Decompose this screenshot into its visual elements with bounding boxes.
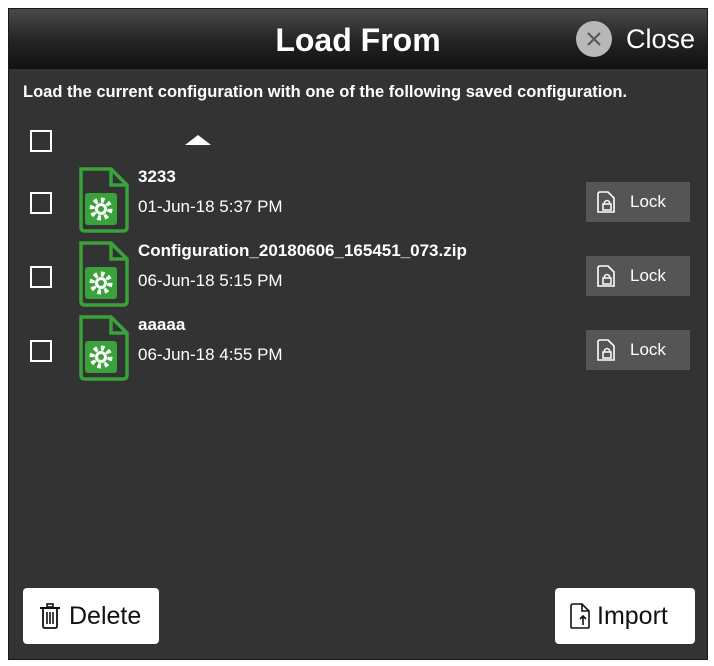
load-from-dialog: Load From Close Load the current configu…	[8, 8, 708, 660]
config-file-icon	[79, 167, 129, 233]
file-name: Configuration_20180606_165451_073.zip	[138, 241, 467, 260]
title-bar: Load From Close	[9, 9, 707, 69]
lock-label: Lock	[630, 340, 666, 359]
lock-label: Lock	[630, 192, 666, 211]
file-name: 3233	[138, 167, 176, 186]
file-date: 01-Jun-18 5:37 PM	[138, 197, 283, 216]
select-all-checkbox[interactable]	[30, 130, 52, 152]
file-name: aaaaa	[138, 315, 186, 334]
config-file-icon	[79, 241, 129, 307]
trash-icon	[40, 603, 60, 629]
close-label: Close	[625, 23, 695, 54]
config-file-icon	[79, 315, 129, 381]
delete-label: Delete	[69, 601, 142, 630]
import-button[interactable]: Import	[555, 588, 695, 644]
import-label: Import	[597, 601, 668, 630]
close-button[interactable]: Close	[575, 21, 695, 57]
list-item[interactable]: aaaaa 06-Jun-18 4:55 PM Lock	[9, 315, 707, 385]
lock-icon	[597, 339, 615, 361]
item-checkbox[interactable]	[30, 266, 52, 288]
list-item[interactable]: Configuration_20180606_165451_073.zip 06…	[9, 241, 707, 311]
close-icon	[575, 21, 612, 57]
sort-ascending-icon[interactable]	[185, 135, 211, 145]
lock-label: Lock	[630, 266, 666, 285]
lock-icon	[597, 191, 615, 213]
lock-button[interactable]: Lock	[586, 256, 690, 296]
lock-button[interactable]: Lock	[586, 330, 690, 370]
instructions-text: Load the current configuration with one …	[23, 83, 628, 101]
file-date: 06-Jun-18 5:15 PM	[138, 271, 283, 290]
import-file-icon	[570, 603, 590, 629]
lock-button[interactable]: Lock	[586, 182, 690, 222]
delete-button[interactable]: Delete	[23, 588, 159, 644]
item-checkbox[interactable]	[30, 192, 52, 214]
file-date: 06-Jun-18 4:55 PM	[138, 345, 283, 364]
lock-icon	[597, 265, 615, 287]
list-item[interactable]: 3233 01-Jun-18 5:37 PM Lock	[9, 167, 707, 237]
item-checkbox[interactable]	[30, 340, 52, 362]
